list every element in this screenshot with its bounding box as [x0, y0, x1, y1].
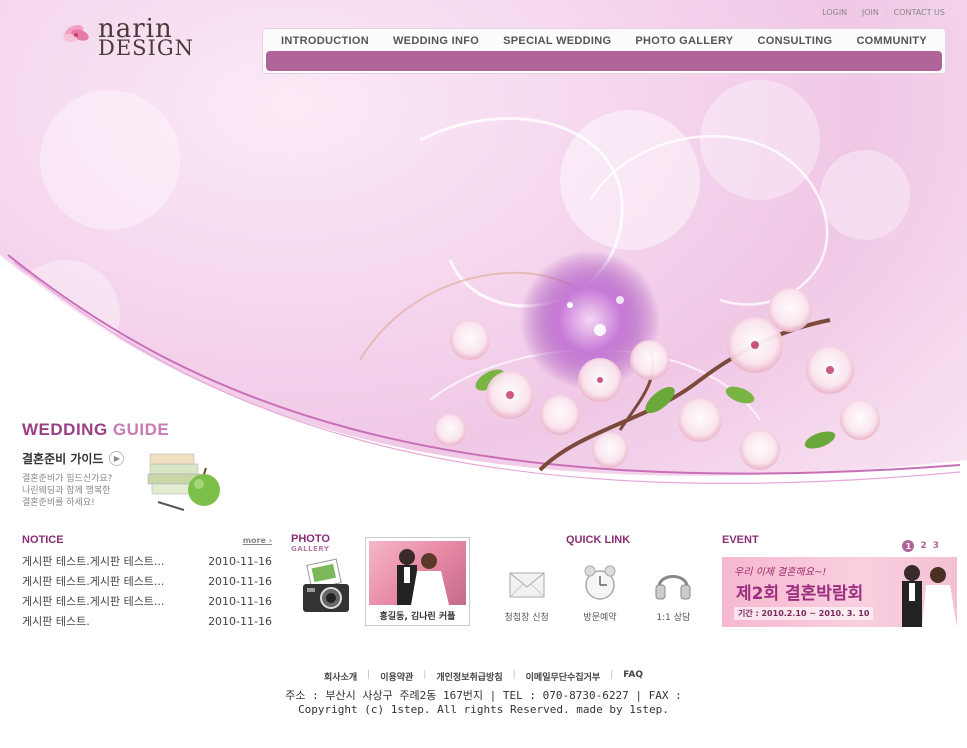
event-pager: 1 2 3: [902, 540, 939, 552]
divider: |: [610, 670, 614, 680]
list-item[interactable]: 게시판 테스트. 2010-11-16: [22, 612, 272, 632]
arrow-right-icon[interactable]: ▶: [109, 451, 125, 466]
submenu-bar: [266, 51, 942, 71]
guide-desc-line: 결혼준비가 힘드신가요?: [22, 474, 113, 484]
footer-links: 회사소개 | 이용약관 | 개인정보취급방침 | 이메일무단수집거부 | FAQ: [0, 670, 967, 683]
join-link[interactable]: JOIN: [862, 8, 879, 17]
list-item[interactable]: 게시판 테스트.게시판 테스트... 2010-11-16: [22, 592, 272, 612]
footer-link-email-policy[interactable]: 이메일무단수집거부: [526, 670, 601, 683]
notice-board: NOTICE more › 게시판 테스트.게시판 테스트... 2010-11-…: [22, 534, 272, 632]
quick-link-invitation[interactable]: 청첩장 신청: [492, 560, 562, 623]
headset-icon: [655, 575, 691, 600]
quick-link-label: 방문예약: [583, 613, 617, 623]
event-banner[interactable]: 우리 이제 결혼해요~! 제2회 결혼박람회 기간 : 2010.2.10 ~ …: [722, 557, 957, 627]
quick-link-title: QUICK LINK: [566, 534, 631, 546]
quick-link-label: 청첩장 신청: [504, 613, 549, 623]
quick-link-label: 1:1 상담: [656, 613, 691, 623]
nav-wedding-info[interactable]: WEDDING INFO: [393, 35, 479, 47]
logo-wordmark-sub: DESIGN: [98, 36, 194, 60]
couple-photo: [369, 541, 466, 605]
nav-community[interactable]: COMMUNITY: [856, 35, 927, 47]
list-item[interactable]: 게시판 테스트.게시판 테스트... 2010-11-16: [22, 552, 272, 572]
footer-link-privacy[interactable]: 개인정보취급방침: [436, 670, 502, 683]
event-headline: 제2회 결혼박람회: [736, 584, 864, 604]
footer-link-company[interactable]: 회사소개: [324, 670, 357, 683]
event-page-1[interactable]: 1: [902, 540, 915, 552]
divider: |: [423, 670, 427, 680]
footer-address: 주소 : 부산시 사상구 주례2동 167번지 | TEL : 070-8730…: [285, 689, 682, 702]
quick-links: QUICK LINK 청첩장 신청 방문예약 1:1 상담: [490, 534, 710, 629]
couple-illustration: [902, 565, 957, 627]
camera-icon: [303, 558, 349, 612]
gallery-thumbnail[interactable]: 홍길동, 김나린 커플: [365, 537, 470, 626]
footer: 회사소개 | 이용약관 | 개인정보취급방침 | 이메일무단수집거부 | FAQ…: [0, 670, 967, 716]
divider: |: [367, 670, 371, 680]
page: narin DESIGN LOGIN | JOIN | CONTACT US I…: [0, 0, 967, 748]
login-link[interactable]: LOGIN: [822, 8, 847, 17]
logo[interactable]: narin DESIGN: [60, 14, 193, 60]
divider: |: [884, 8, 888, 17]
guide-title-light: GUIDE: [112, 420, 170, 439]
guide-description: 결혼준비가 힘드신가요? 나린웨딩과 함께 행복한 결혼준비를 하세요!: [22, 473, 132, 509]
envelope-icon: [509, 572, 545, 598]
notice-list: 게시판 테스트.게시판 테스트... 2010-11-16 게시판 테스트.게시판…: [22, 552, 272, 632]
guide-subtitle: 결혼준비 가이드: [22, 452, 104, 466]
event-period: 기간 : 2010.2.10 ~ 2010. 3. 10: [734, 607, 874, 620]
quick-link-consult[interactable]: 1:1 상담: [638, 560, 708, 623]
main-navigation: INTRODUCTION WEDDING INFO SPECIAL WEDDIN…: [262, 28, 946, 74]
nav-consulting[interactable]: CONSULTING: [757, 35, 832, 47]
event-section: EVENT 1 2 3 우리 이제 결혼해요~! 제2회 결혼박람회 기간 : …: [722, 534, 957, 629]
nav-special-wedding[interactable]: SPECIAL WEDDING: [503, 35, 611, 47]
guide-desc-line: 나린웨딩과 함께 행복한: [22, 486, 111, 496]
guide-title-strong: WEDDING: [22, 420, 108, 439]
quick-link-visit[interactable]: 방문예약: [565, 560, 635, 623]
event-tagline: 우리 이제 결혼해요~!: [734, 567, 827, 578]
guide-desc-line: 결혼준비를 하세요!: [22, 498, 95, 508]
wedding-guide: WEDDING GUIDE 결혼준비 가이드 ▶ 결혼준비가 힘드신가요? 나린…: [22, 420, 232, 530]
divider: |: [512, 670, 516, 680]
event-page-3[interactable]: 3: [933, 541, 939, 551]
utility-links: LOGIN | JOIN | CONTACT US: [822, 8, 945, 17]
divider: |: [853, 8, 856, 17]
photo-caption: 홍길동, 김나린 커플: [379, 612, 456, 622]
flower-logo-icon: [63, 25, 89, 43]
list-item[interactable]: 게시판 테스트.게시판 테스트... 2010-11-16: [22, 572, 272, 592]
event-page-2[interactable]: 2: [920, 541, 926, 551]
footer-link-terms[interactable]: 이용약관: [380, 670, 413, 683]
footer-link-faq[interactable]: FAQ: [623, 670, 643, 683]
guide-title: WEDDING GUIDE: [22, 420, 232, 440]
notice-title: NOTICE: [22, 534, 64, 546]
nav-introduction[interactable]: INTRODUCTION: [281, 35, 369, 47]
footer-copyright: Copyright (c) 1step. All rights Reserved…: [298, 703, 669, 716]
nav-photo-gallery[interactable]: PHOTO GALLERY: [635, 35, 733, 47]
books-apple-icon: [147, 453, 220, 511]
contact-us-link[interactable]: CONTACT US: [894, 8, 945, 17]
photo-gallery: PHOTO GALLERY 홍길동, 김나린 커플: [291, 534, 471, 629]
alarm-clock-icon: [584, 565, 616, 600]
notice-more-link[interactable]: more ›: [243, 536, 272, 545]
